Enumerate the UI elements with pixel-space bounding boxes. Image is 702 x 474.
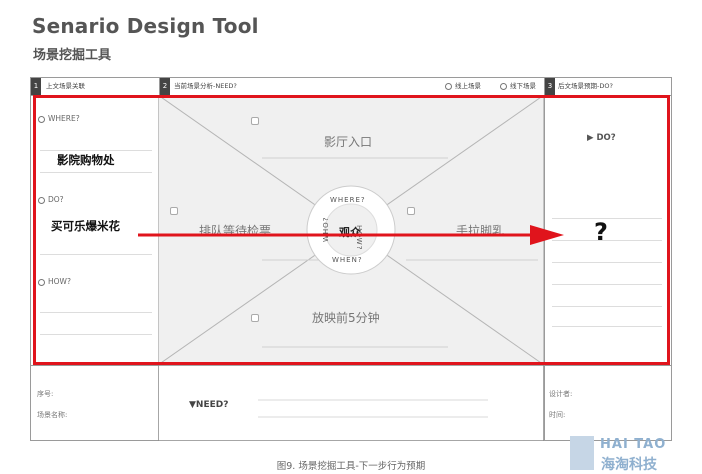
need-label: ▼NEED? (189, 400, 229, 410)
online-scene-option[interactable]: 线上场景 (445, 78, 481, 95)
column-3-number: 3 (545, 78, 555, 95)
column-2-header: 当前场景分析-NEED? (174, 82, 237, 90)
designer-label: 设计者: (549, 390, 573, 398)
flow-arrow (138, 225, 564, 245)
online-scene-label: 线上场景 (455, 82, 481, 90)
watermark-line2: 海淘科技 (601, 457, 657, 473)
column-3-header: 后文场景预期-DO? (558, 82, 613, 90)
column-2-number: 2 (160, 78, 170, 95)
serial-number-label: 序号: (37, 390, 54, 398)
offline-scene-label: 线下场景 (510, 82, 536, 90)
page-title: Senario Design Tool (32, 14, 259, 38)
radio-icon (500, 83, 507, 90)
page-subtitle: 场景挖掘工具 (33, 48, 112, 63)
flow-arrow-head (530, 225, 564, 245)
scene-name-label: 场景名称: (37, 411, 68, 419)
offline-scene-option[interactable]: 线下场景 (500, 78, 536, 95)
radio-icon (445, 83, 452, 90)
column-1-number: 1 (31, 78, 41, 95)
time-label: 时间: (549, 411, 566, 419)
watermark-line1: HAI TAO (600, 437, 667, 452)
column-1-header: 上文场景关联 (46, 82, 85, 90)
watermark-logo-icon (570, 436, 594, 470)
